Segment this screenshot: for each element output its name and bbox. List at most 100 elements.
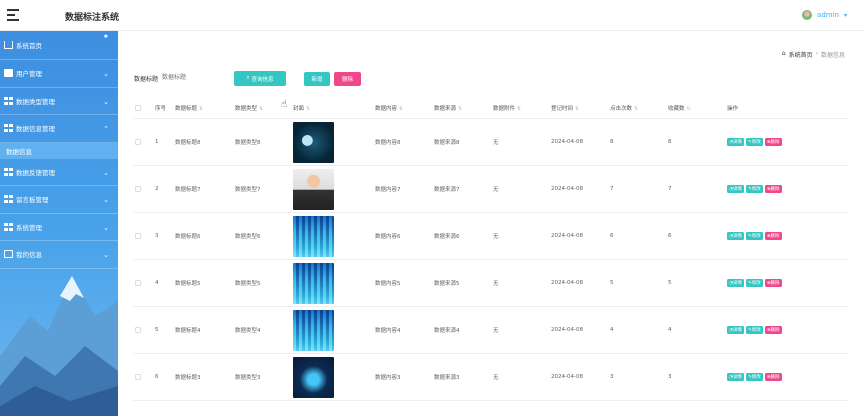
row-delete-button[interactable]: ⊗ 删除 <box>764 185 782 193</box>
col-type[interactable]: 数据类型 ⇅ <box>235 104 263 112</box>
detail-button[interactable]: ◔ 详情 <box>727 232 744 240</box>
row-delete-button[interactable]: ⊗ 删除 <box>764 138 782 146</box>
sidebar-item-label: 我的信息 <box>16 251 42 260</box>
cover-image[interactable] <box>293 262 334 304</box>
row-checkbox[interactable] <box>135 374 141 380</box>
edit-button[interactable]: ✎ 修改 <box>745 373 763 381</box>
cell-clicks: 6 <box>610 233 614 239</box>
col-content[interactable]: 数据内容 ⇅ <box>375 104 403 112</box>
username[interactable]: admin <box>817 11 839 19</box>
breadcrumb-home[interactable]: 系统首页 <box>789 50 813 59</box>
cell-date: 2024-04-08 <box>551 327 583 333</box>
cover-image[interactable] <box>293 215 334 257</box>
cell-source: 数据来源8 <box>434 140 460 146</box>
cell-clicks: 8 <box>610 139 614 145</box>
detail-button[interactable]: ◔ 详情 <box>727 185 744 193</box>
chevron-down-icon: ⌄ <box>103 251 109 259</box>
search-input[interactable] <box>162 71 211 85</box>
sidebar-item-label: 用户管理 <box>16 70 42 79</box>
grid-icon <box>4 167 13 176</box>
sidebar-item-data-info[interactable]: 数据信息管理 ⌃ <box>0 115 118 143</box>
box-icon <box>4 250 13 259</box>
col-attachment[interactable]: 数据附件 ⇅ <box>493 104 521 112</box>
submenu-item-data-info[interactable]: 数据信息 <box>0 142 118 159</box>
col-favs[interactable]: 收藏数 ⇅ <box>668 104 691 112</box>
table-row: 5 数据标题4 数据类型4 数据内容4 数据来源4 无 2024-04-08 4… <box>133 307 848 354</box>
sidebar-item-system[interactable]: 系统管理 ⌄ <box>0 214 118 241</box>
row-delete-button[interactable]: ⊗ 删除 <box>764 279 782 287</box>
detail-button[interactable]: ◔ 详情 <box>727 279 744 287</box>
grid-icon <box>4 222 13 231</box>
cover-image[interactable] <box>293 121 334 163</box>
col-source[interactable]: 数据来源 ⇅ <box>434 104 462 112</box>
edit-button[interactable]: ✎ 修改 <box>745 232 763 240</box>
cover-image[interactable] <box>293 168 334 210</box>
cell-source: 数据来源7 <box>434 187 460 193</box>
cell-no: 3 <box>155 233 159 239</box>
col-date[interactable]: 登记时间 ⇅ <box>551 104 579 112</box>
sidebar-item-feedback[interactable]: 数据反馈管理 ⌄ <box>0 159 118 186</box>
cell-type: 数据类型5 <box>235 281 261 287</box>
cell-favs: 7 <box>668 186 672 192</box>
home-icon: ⌂ <box>781 50 786 57</box>
cover-image[interactable] <box>293 309 334 351</box>
sidebar-item-users[interactable]: 用户管理 ⌄ <box>0 60 118 88</box>
sidebar-item-my-info[interactable]: 我的信息 ⌄ <box>0 241 118 269</box>
row-delete-button[interactable]: ⊗ 删除 <box>764 232 782 240</box>
sidebar-item-messages[interactable]: 留言板管理 ⌄ <box>0 186 118 214</box>
col-clicks[interactable]: 点击次数 ⇅ <box>610 104 638 112</box>
menu-toggle-icon[interactable] <box>7 9 19 21</box>
cell-clicks: 5 <box>610 280 614 286</box>
edit-button[interactable]: ✎ 修改 <box>745 185 763 193</box>
cell-type: 数据类型4 <box>235 328 261 334</box>
sidebar-item-label: 系统首页 <box>16 42 42 50</box>
detail-button[interactable]: ◔ 详情 <box>727 373 744 381</box>
cell-title: 数据标题3 <box>175 375 201 381</box>
sidebar-item-data-types[interactable]: 数据类型管理 ⌄ <box>0 88 118 115</box>
row-checkbox[interactable] <box>135 327 141 333</box>
select-all-checkbox[interactable] <box>135 104 141 111</box>
cell-type: 数据类型8 <box>235 140 261 146</box>
search-button[interactable]: ⌕ 查询信息 <box>234 71 286 86</box>
detail-button[interactable]: ◔ 详情 <box>727 138 744 146</box>
cell-clicks: 3 <box>610 374 614 380</box>
grid-icon <box>4 195 13 204</box>
grid-icon <box>4 96 13 105</box>
row-checkbox[interactable] <box>135 186 141 192</box>
cover-image[interactable] <box>293 356 334 398</box>
col-title[interactable]: 数据标题 ⇅ <box>175 104 203 112</box>
breadcrumb-separator: › <box>815 50 818 57</box>
col-actions: 操作 <box>727 105 739 112</box>
chevron-up-icon: ⌃ <box>103 125 109 133</box>
search-row: 数据标题 <box>134 71 211 85</box>
cell-no: 4 <box>155 280 159 286</box>
add-button[interactable]: 新增 <box>304 72 330 86</box>
row-checkbox[interactable] <box>135 139 141 145</box>
breadcrumb-current: 数据信息 <box>820 52 845 59</box>
row-checkbox[interactable] <box>135 233 141 239</box>
row-delete-button[interactable]: ⊗ 删除 <box>764 373 782 381</box>
row-delete-button[interactable]: ⊗ 删除 <box>764 326 782 334</box>
caret-down-icon[interactable]: ▾ <box>844 12 847 19</box>
row-checkbox[interactable] <box>135 280 141 286</box>
edit-button[interactable]: ✎ 修改 <box>745 326 763 334</box>
edit-button[interactable]: ✎ 修改 <box>745 138 763 146</box>
cell-clicks: 4 <box>610 327 614 333</box>
detail-button[interactable]: ◔ 详情 <box>727 326 744 334</box>
avatar <box>802 10 813 20</box>
user-menu[interactable]: admin ▾ <box>802 10 847 20</box>
row-actions: ◔ 详情 ✎ 修改 ⊗ 删除 <box>727 279 782 287</box>
edit-button[interactable]: ✎ 修改 <box>745 279 763 287</box>
cell-content: 数据内容4 <box>375 328 401 334</box>
delete-button[interactable]: 删除 <box>334 72 361 86</box>
sidebar-item-home[interactable]: 系统首页 <box>0 31 118 60</box>
search-label: 数据标题 <box>134 75 159 83</box>
table-row: 3 数据标题6 数据类型6 数据内容6 数据来源6 无 2024-04-08 6… <box>133 213 848 260</box>
cell-type: 数据类型3 <box>235 375 261 381</box>
col-cover[interactable]: 封面 ⇅ <box>293 104 310 112</box>
table-row: 6 数据标题3 数据类型3 数据内容3 数据来源3 无 2024-04-08 3… <box>133 354 848 401</box>
cell-attachment: 无 <box>493 140 499 146</box>
cell-title: 数据标题6 <box>175 234 201 240</box>
data-table: 序号 数据标题 ⇅ 数据类型 ⇅ 封面 ⇅ 数据内容 ⇅ 数据来源 ⇅ 数据附件 ⇅ 登记时… <box>133 97 848 401</box>
cell-attachment: 无 <box>493 234 499 240</box>
